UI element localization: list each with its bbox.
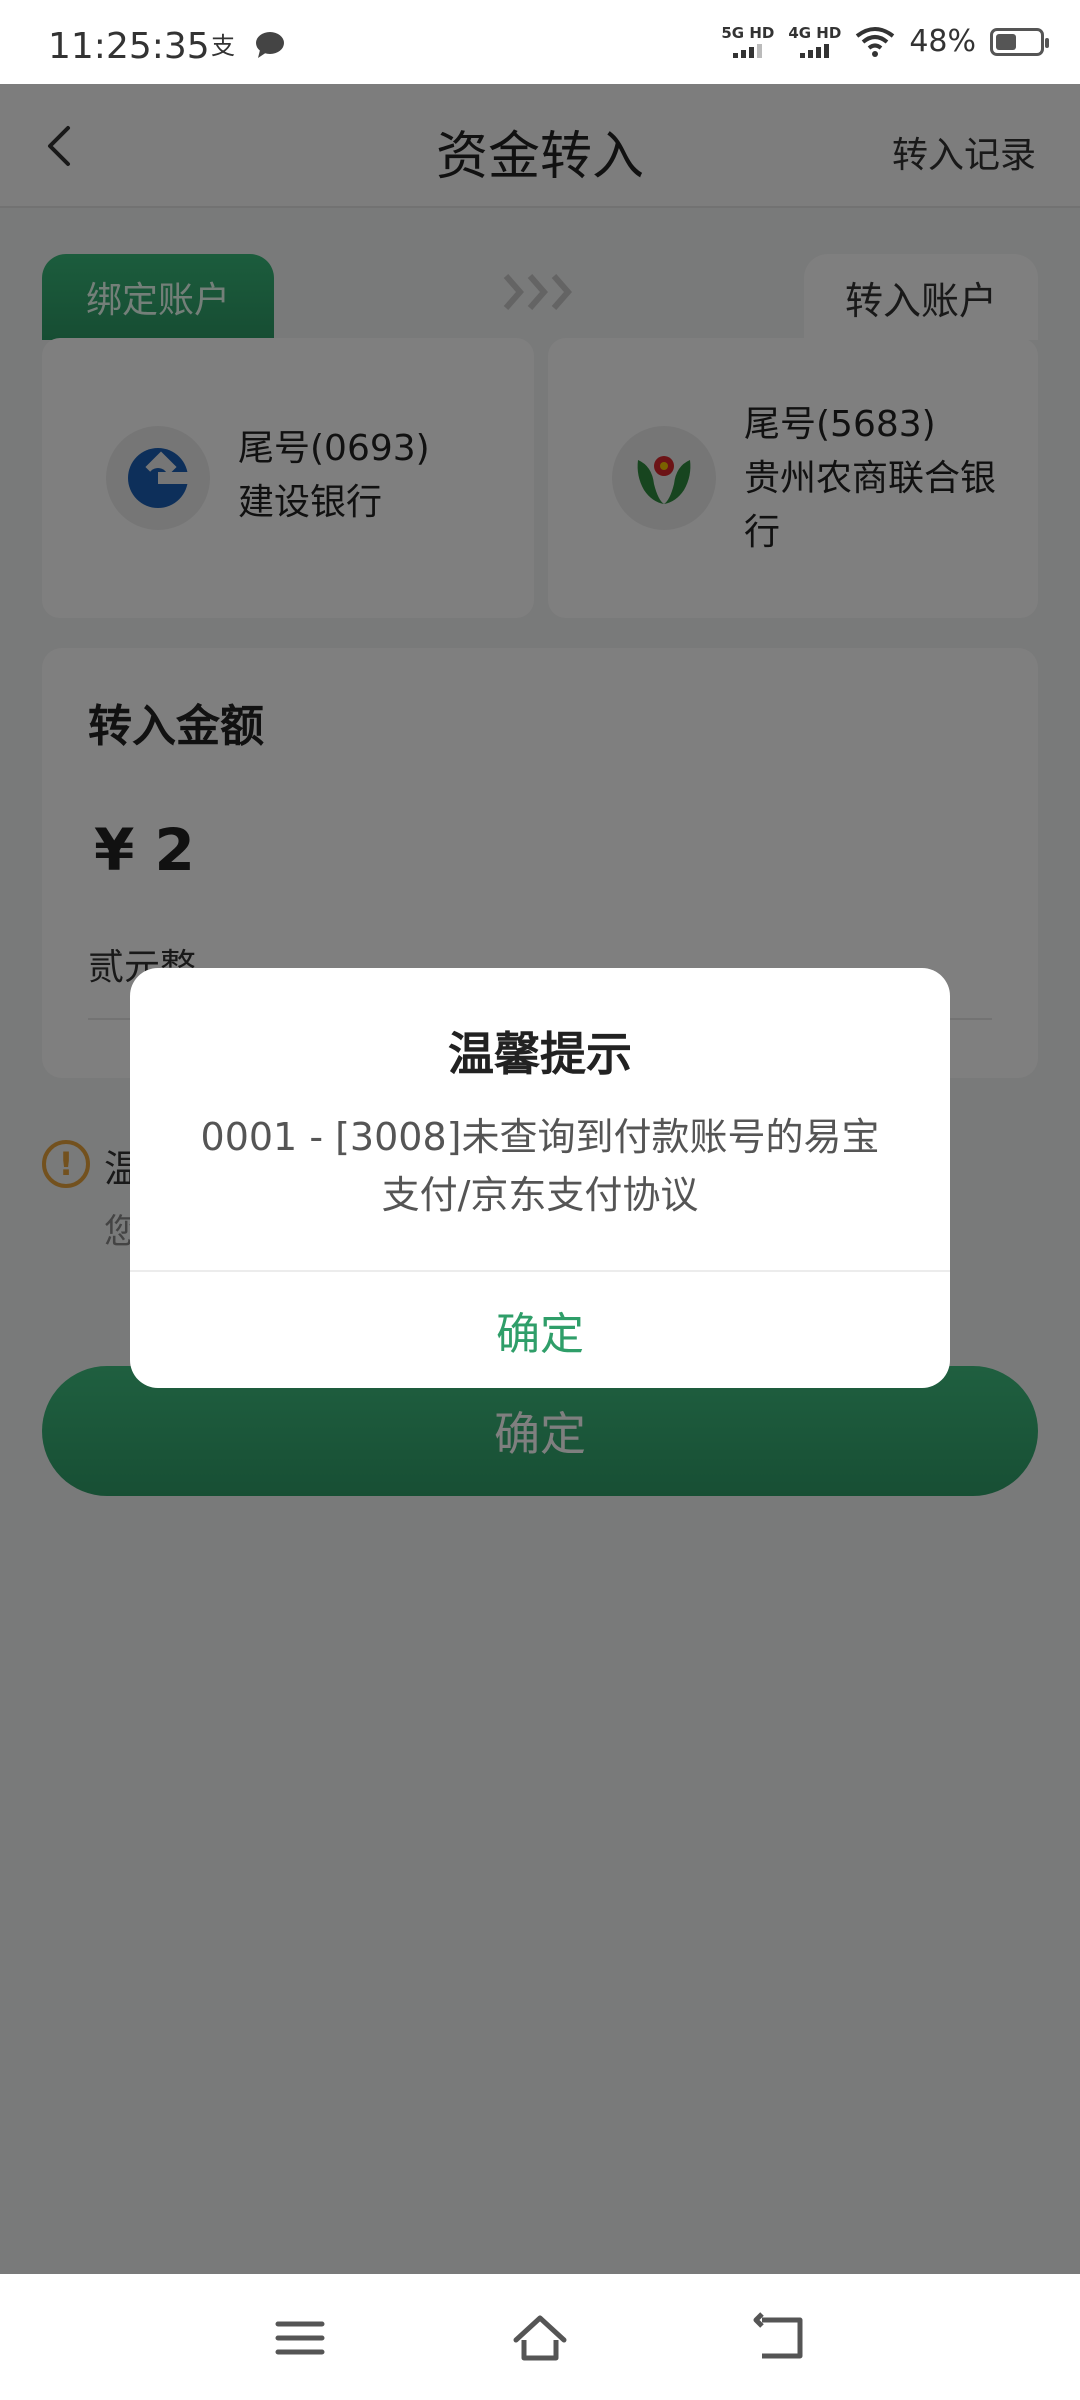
chat-bubble-icon xyxy=(256,32,284,58)
dialog-confirm-button[interactable]: 确定 xyxy=(130,1272,950,1388)
home-icon[interactable] xyxy=(512,2310,568,2366)
dialog-title: 温馨提示 xyxy=(448,1027,632,1081)
status-notification-icons: 支 xyxy=(208,30,286,60)
battery-icon xyxy=(990,27,1049,56)
status-time: 11:25:35 xyxy=(48,26,210,67)
dialog-message: 0001 - [3008]未查询到付款账号的易宝支付/京东支付协议 xyxy=(200,1115,880,1217)
status-right-group: 5G HD 4G HD 48% xyxy=(721,24,1049,59)
back-nav-icon[interactable] xyxy=(752,2310,808,2366)
wifi-icon xyxy=(856,26,895,57)
system-nav-bar xyxy=(0,2274,1080,2400)
battery-percent: 48% xyxy=(909,24,976,59)
svg-text:支: 支 xyxy=(211,32,235,60)
alipay-icon: 支 xyxy=(211,32,235,60)
alert-dialog: 温馨提示 0001 - [3008]未查询到付款账号的易宝支付/京东支付协议 确… xyxy=(130,968,950,1388)
menu-icon[interactable] xyxy=(272,2310,328,2366)
signal-5g-icon: 5G HD xyxy=(721,25,774,58)
status-bar: 11:25:35 支 5G HD 4G HD 48% xyxy=(0,0,1080,84)
signal-4g-icon: 4G HD xyxy=(788,25,841,58)
